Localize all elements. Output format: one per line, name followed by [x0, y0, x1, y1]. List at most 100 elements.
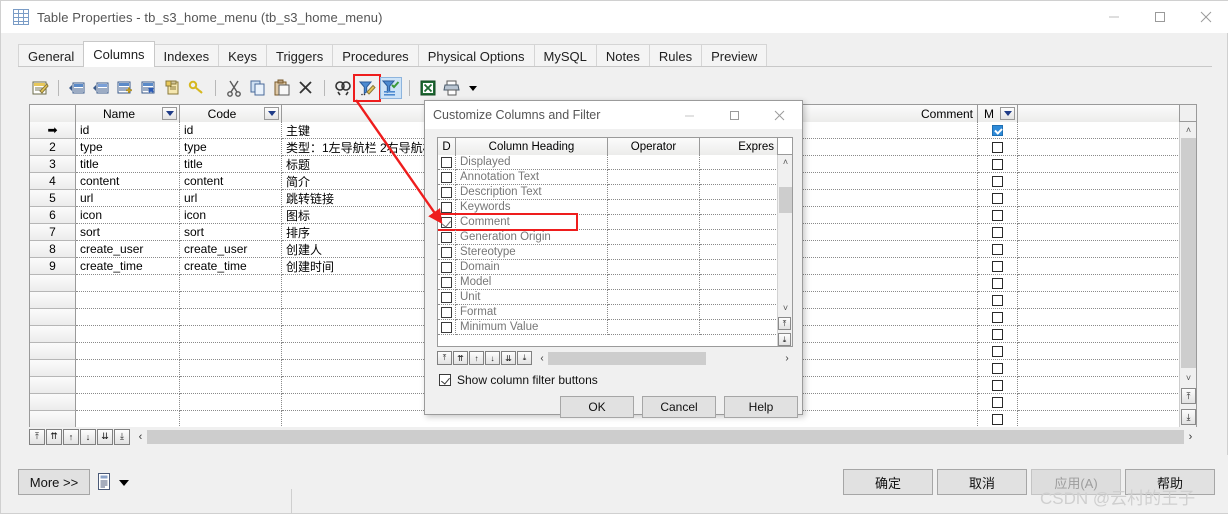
row-header[interactable] — [30, 411, 76, 428]
grid-scroll-top-extra-button[interactable]: ⤒ — [1181, 388, 1196, 404]
mandatory-checkbox-cell[interactable] — [978, 258, 1018, 275]
grid-cell-code[interactable] — [180, 411, 282, 428]
grid-scroll-bottom-extra-button[interactable]: ⤓ — [1181, 409, 1196, 425]
move-down-button[interactable]: ↓ — [80, 428, 96, 445]
dialog-operator-cell[interactable] — [608, 230, 700, 245]
dialog-display-checkbox[interactable] — [441, 186, 452, 198]
dialog-display-checkbox[interactable] — [441, 201, 452, 213]
dialog-list-item[interactable]: Domain — [438, 260, 792, 275]
row-header[interactable]: 6 — [30, 207, 76, 224]
dialog-column-heading-cell[interactable]: Displayed — [456, 155, 608, 170]
tab-mysql[interactable]: MySQL — [533, 44, 597, 67]
dialog-expression-cell[interactable] — [700, 245, 778, 260]
dialog-operator-cell[interactable] — [608, 155, 700, 170]
grid-filter-button-code[interactable] — [264, 107, 279, 120]
dialog-expression-cell[interactable] — [700, 230, 778, 245]
report-icon[interactable] — [97, 472, 113, 491]
dialog-list-item[interactable]: Generation Origin — [438, 230, 792, 245]
dialog-display-checkbox-cell[interactable] — [438, 275, 456, 290]
add-row-icon[interactable] — [114, 77, 136, 99]
dialog-expression-cell[interactable] — [700, 215, 778, 230]
dialog-hscroll-thumb[interactable] — [548, 351, 706, 365]
dialog-col-header-heading[interactable]: Column Heading — [456, 138, 608, 155]
row-header[interactable]: 7 — [30, 224, 76, 241]
insert-row-after-icon[interactable] — [90, 77, 112, 99]
grid-hscroll-right-button[interactable]: › — [1184, 431, 1197, 443]
dialog-side-top-button[interactable]: ⤒ — [778, 317, 791, 330]
row-header[interactable] — [30, 343, 76, 360]
export-excel-icon[interactable] — [417, 77, 439, 99]
dialog-col-header-d[interactable]: D — [438, 138, 456, 155]
mandatory-checkbox[interactable] — [992, 124, 1003, 136]
grid-horizontal-scrollbar[interactable]: ‹ › — [134, 428, 1197, 445]
dialog-display-checkbox[interactable] — [441, 291, 452, 303]
mandatory-checkbox[interactable] — [992, 362, 1003, 374]
grid-scroll-thumb[interactable] — [1181, 138, 1196, 368]
tab-general[interactable]: General — [18, 44, 85, 67]
dialog-list-item[interactable]: Unit — [438, 290, 792, 305]
grid-cell-name[interactable] — [76, 377, 180, 394]
delete-row-icon[interactable] — [138, 77, 160, 99]
dialog-list-item[interactable]: Model — [438, 275, 792, 290]
mandatory-checkbox-cell[interactable] — [978, 343, 1018, 360]
grid-cell-name[interactable]: url — [76, 190, 180, 207]
grid-cell-code[interactable] — [180, 360, 282, 377]
dialog-column-heading-cell[interactable]: Comment — [456, 215, 608, 230]
mandatory-checkbox[interactable] — [992, 277, 1003, 289]
dialog-help-button[interactable]: Help — [724, 396, 798, 418]
row-header[interactable]: 8 — [30, 241, 76, 258]
find-icon[interactable] — [332, 77, 354, 99]
tab-columns[interactable]: Columns — [83, 41, 155, 67]
dialog-expression-cell[interactable] — [700, 170, 778, 185]
paste-icon[interactable] — [271, 77, 293, 99]
dialog-operator-cell[interactable] — [608, 305, 700, 320]
tab-indexes[interactable]: Indexes — [153, 44, 220, 67]
mandatory-checkbox[interactable] — [992, 413, 1003, 425]
dialog-expression-cell[interactable] — [700, 275, 778, 290]
grid-cell-code[interactable]: icon — [180, 207, 282, 224]
grid-cell-code[interactable]: create_user — [180, 241, 282, 258]
dialog-list-item[interactable]: Format — [438, 305, 792, 320]
dialog-display-checkbox[interactable] — [441, 321, 452, 333]
dlg-move-down-button[interactable]: ↓ — [485, 351, 500, 365]
tab-rules[interactable]: Rules — [648, 44, 703, 67]
grid-col-header-m[interactable]: M — [978, 105, 1018, 122]
mandatory-checkbox-cell[interactable] — [978, 309, 1018, 326]
mandatory-checkbox-cell[interactable] — [978, 173, 1018, 190]
row-header[interactable] — [30, 309, 76, 326]
grid-cell-code[interactable]: url — [180, 190, 282, 207]
grid-cell-code[interactable] — [180, 309, 282, 326]
dialog-display-checkbox-cell[interactable] — [438, 320, 456, 335]
row-header[interactable] — [30, 275, 76, 292]
dialog-column-heading-cell[interactable]: Model — [456, 275, 608, 290]
dialog-expression-cell[interactable] — [700, 200, 778, 215]
grid-cell-name[interactable] — [76, 326, 180, 343]
dialog-list-item[interactable]: Displayed — [438, 155, 792, 170]
move-up-fast-button[interactable]: ⇈ — [46, 428, 62, 445]
grid-cell-name[interactable]: create_user — [76, 241, 180, 258]
dlg-move-up-button[interactable]: ↑ — [469, 351, 484, 365]
dialog-operator-cell[interactable] — [608, 320, 700, 335]
delete-icon[interactable] — [295, 77, 317, 99]
close-icon[interactable] — [1183, 1, 1228, 33]
dialog-display-checkbox-cell[interactable] — [438, 170, 456, 185]
dialog-column-heading-cell[interactable]: Keywords — [456, 200, 608, 215]
grid-cell-name[interactable] — [76, 343, 180, 360]
dialog-operator-cell[interactable] — [608, 260, 700, 275]
mandatory-checkbox-cell[interactable] — [978, 394, 1018, 411]
grid-cell-code[interactable]: title — [180, 156, 282, 173]
grid-filter-button-m[interactable] — [1000, 107, 1015, 120]
report-dropdown-caret-icon[interactable] — [119, 480, 129, 486]
checkbox-box[interactable] — [439, 374, 451, 386]
grid-col-header-name[interactable]: Name — [76, 105, 180, 122]
print-icon[interactable] — [441, 77, 463, 99]
move-first-button[interactable]: ⤒ — [29, 428, 45, 445]
dialog-operator-cell[interactable] — [608, 170, 700, 185]
dialog-column-heading-cell[interactable]: Description Text — [456, 185, 608, 200]
grid-cell-name[interactable]: icon — [76, 207, 180, 224]
move-down-fast-button[interactable]: ⇊ — [97, 428, 113, 445]
customize-columns-filter-icon[interactable] — [353, 74, 381, 102]
dialog-display-checkbox-cell[interactable] — [438, 200, 456, 215]
dialog-list-item[interactable]: Annotation Text — [438, 170, 792, 185]
dialog-expression-cell[interactable] — [700, 185, 778, 200]
